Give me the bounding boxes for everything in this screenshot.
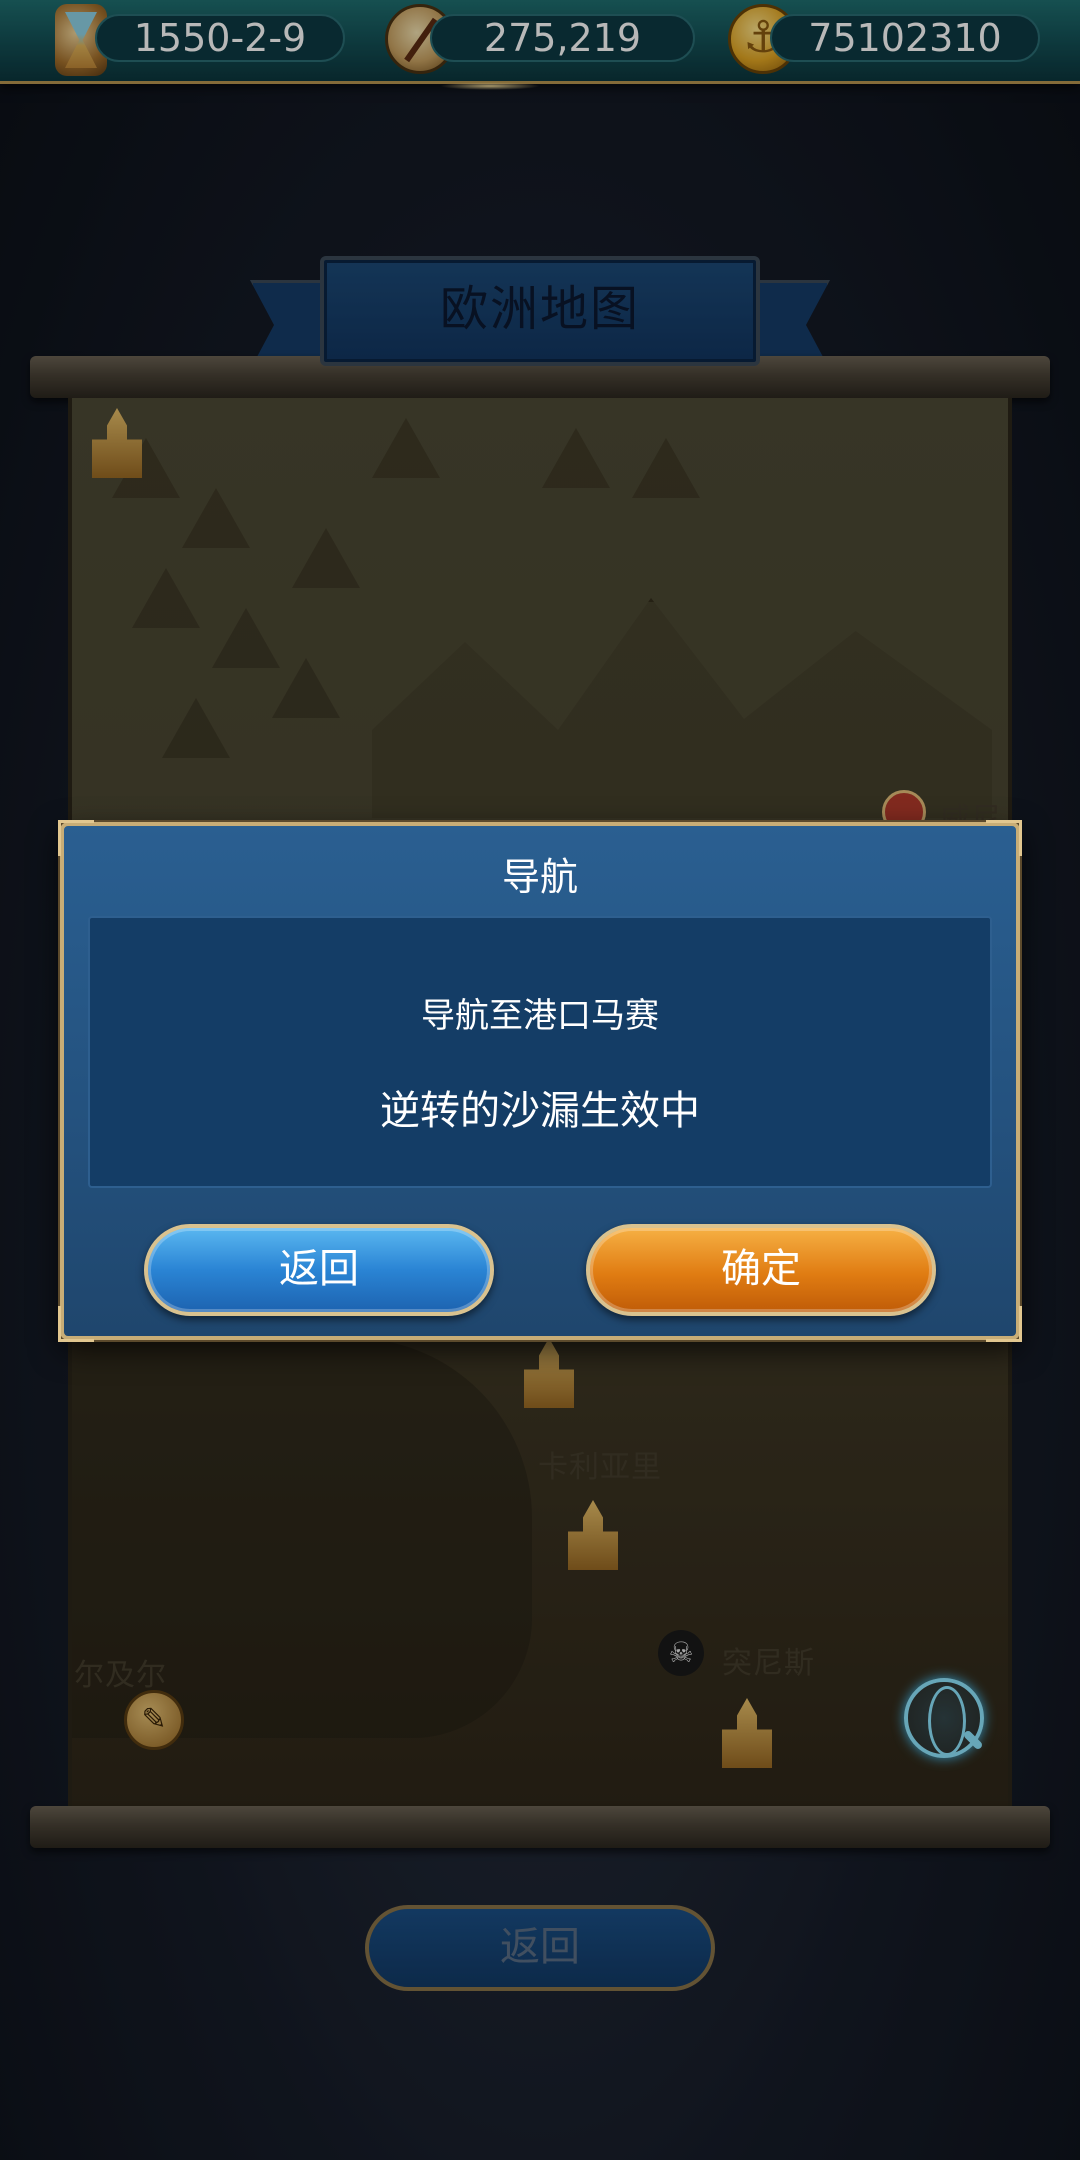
corner-ornament [58,1306,94,1342]
dialog-title: 导航 [501,855,578,899]
dialog-message: 导航至港口马赛 [421,996,659,1036]
confirm-button[interactable]: 确定 [586,1224,936,1316]
corner-ornament [986,1306,1022,1342]
dialog-message-box: 导航至港口马赛 逆转的沙漏生效中 [88,916,992,1188]
cancel-button[interactable]: 返回 [144,1224,494,1316]
dialog-status: 逆转的沙漏生效中 [380,1088,700,1134]
navigation-dialog: 导航 导航至港口马赛 逆转的沙漏生效中 返回 确定 [58,820,1022,1342]
